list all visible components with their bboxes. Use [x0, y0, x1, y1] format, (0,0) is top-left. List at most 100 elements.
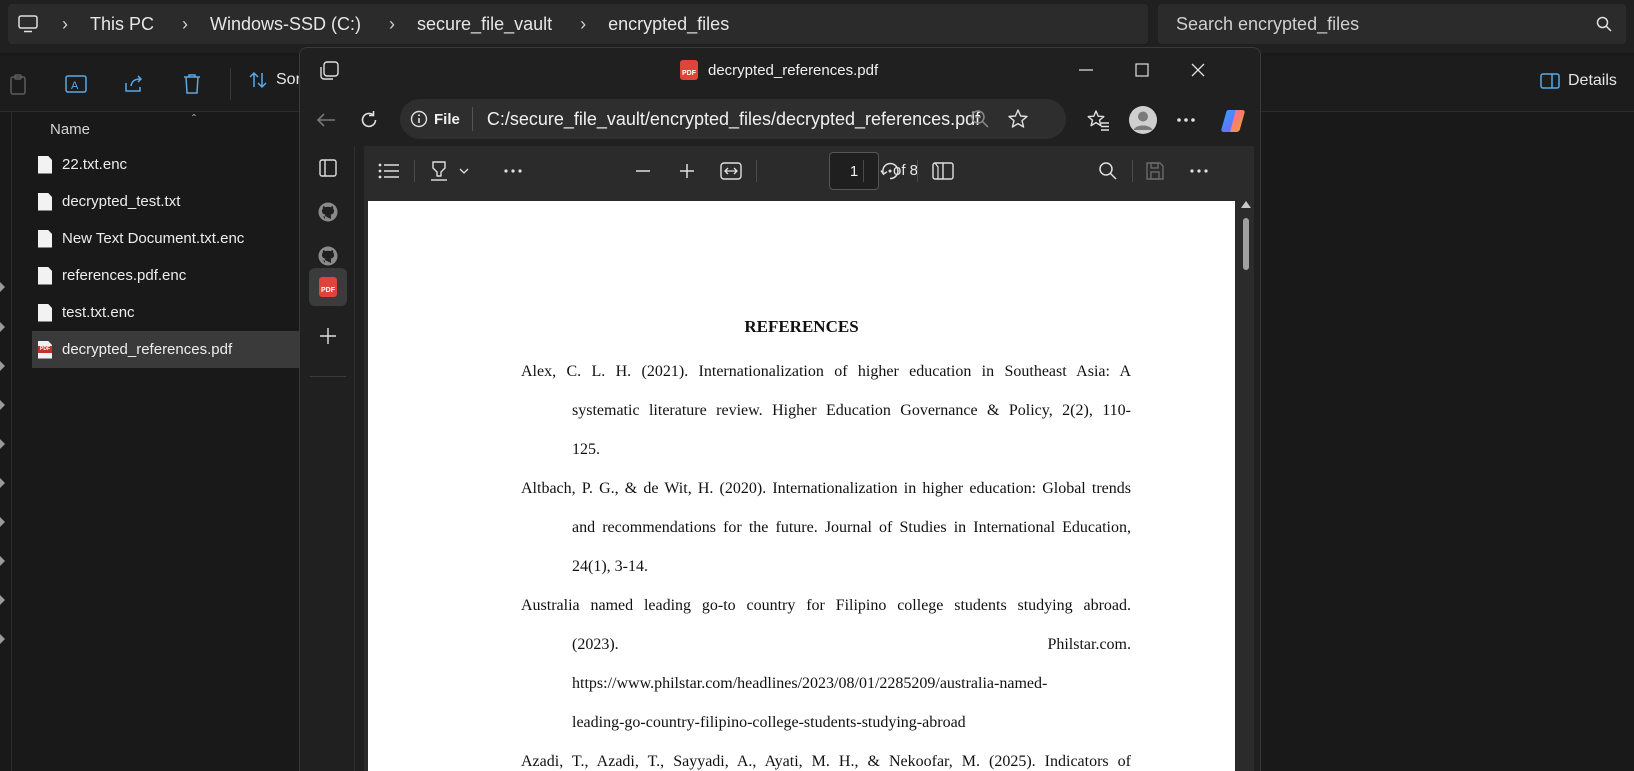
rename-icon[interactable]: A [62, 70, 90, 98]
toolbar-separator [917, 160, 918, 182]
breadcrumb-vault[interactable]: › secure_file_vault [375, 14, 566, 35]
reference-entry: Australia named leading go-to country fo… [521, 597, 1131, 731]
github-tab-icon[interactable] [312, 196, 344, 228]
expand-arrow-icon[interactable] [0, 478, 5, 488]
details-pane-icon [1540, 73, 1560, 89]
favorites-icon [1087, 110, 1109, 131]
scroll-up-arrow-icon[interactable] [1241, 201, 1251, 208]
expand-arrow-icon[interactable] [0, 400, 5, 410]
search-placeholder: Search encrypted_files [1176, 13, 1360, 34]
pdf-file-icon [38, 340, 52, 359]
maximize-button[interactable] [1128, 58, 1156, 82]
vertical-scrollbar[interactable] [1238, 196, 1254, 771]
paste-icon[interactable] [4, 70, 32, 98]
address-bar[interactable]: › This PC › Windows-SSD (C:) › secure_file_… [8, 4, 1148, 44]
file-row-selected[interactable]: decrypted_references.pdf [32, 331, 302, 368]
url-text[interactable]: C:/secure_file_vault/encrypted_files/dec… [473, 109, 980, 130]
favorites-button[interactable] [1084, 106, 1112, 134]
sidebar-divider [310, 376, 346, 377]
expand-arrow-icon[interactable] [0, 556, 5, 566]
breadcrumb-encrypted-files[interactable]: › encrypted_files [566, 14, 743, 35]
tab-actions-icon[interactable] [318, 60, 340, 82]
pdf-more-options-icon[interactable] [1186, 158, 1212, 184]
scrollbar-thumb[interactable] [1243, 218, 1249, 270]
pdf-icon: PDF [319, 277, 337, 297]
zoom-in-button[interactable] [674, 158, 700, 184]
close-button[interactable] [1184, 58, 1212, 82]
vertical-tabs-toggle-icon[interactable] [312, 152, 344, 184]
pdf-toolbar: 1 of 8 [364, 146, 1254, 196]
search-icon [1596, 16, 1612, 32]
chevron-right-icon[interactable]: › [375, 14, 409, 35]
breadcrumb-drive[interactable]: › Windows-SSD (C:) [168, 14, 375, 35]
file-row[interactable]: references.pdf.enc [32, 257, 302, 294]
navigation-pane-edge [0, 112, 12, 771]
more-tools-dots-icon[interactable] [500, 158, 526, 184]
minimize-button[interactable] [1072, 58, 1100, 82]
info-icon [410, 110, 428, 128]
page-number-input[interactable]: 1 [829, 152, 879, 190]
sort-button[interactable]: Sort [248, 70, 305, 90]
file-row[interactable]: test.txt.enc [32, 294, 302, 331]
file-row[interactable]: decrypted_test.txt [32, 183, 302, 220]
share-icon[interactable] [120, 70, 148, 98]
file-icon [38, 155, 52, 174]
zoom-out-icon[interactable] [968, 107, 992, 131]
contents-list-icon[interactable] [376, 158, 402, 184]
chevron-right-icon[interactable]: › [168, 14, 202, 35]
find-search-icon[interactable] [1095, 158, 1121, 184]
minus-icon [636, 170, 650, 172]
pdf-icon: PDF [680, 60, 698, 80]
expand-arrow-icon[interactable] [0, 322, 5, 332]
favorite-star-icon[interactable] [1006, 107, 1030, 131]
settings-more-button[interactable] [1172, 106, 1200, 134]
sort-icon [249, 71, 267, 89]
more-dots-icon [1177, 118, 1195, 122]
window-title: PDF decrypted_references.pdf [680, 60, 879, 80]
expand-arrow-icon[interactable] [0, 439, 5, 449]
browser-titlebar: PDF decrypted_references.pdf [300, 48, 1260, 94]
chevron-right-icon[interactable]: › [566, 14, 600, 35]
profile-avatar[interactable] [1126, 103, 1160, 137]
expand-arrow-icon[interactable] [0, 595, 5, 605]
delete-icon[interactable] [178, 70, 206, 98]
highlight-icon[interactable] [426, 158, 452, 184]
toolbar-separator [863, 160, 864, 182]
file-row[interactable]: New Text Document.txt.enc [32, 220, 302, 257]
url-bar[interactable]: File C:/secure_file_vault/encrypted_file… [400, 99, 1066, 139]
file-row[interactable]: 22.txt.enc [32, 146, 302, 183]
expand-arrow-icon[interactable] [0, 517, 5, 527]
fit-to-width-icon[interactable] [718, 158, 744, 184]
svg-text:A: A [71, 80, 79, 92]
file-icon [38, 303, 52, 322]
expand-arrow-icon[interactable] [0, 282, 5, 292]
pdf-tab-active[interactable]: PDF [309, 268, 347, 306]
details-button[interactable]: Details [1540, 72, 1617, 90]
details-label: Details [1568, 72, 1617, 89]
highlight-dropdown-chevron-icon[interactable] [456, 158, 472, 184]
page-view-icon[interactable] [930, 158, 956, 184]
vertical-tabs-sidebar: PDF [300, 146, 355, 771]
save-icon[interactable] [1142, 158, 1168, 184]
rotate-icon[interactable] [877, 158, 903, 184]
column-header-name[interactable]: Name ˆ [32, 112, 302, 146]
expand-arrow-icon[interactable] [0, 634, 5, 644]
expand-arrow-icon[interactable] [0, 361, 5, 371]
references-heading: REFERENCES [744, 317, 859, 336]
file-icon [38, 229, 52, 248]
new-tab-plus-icon[interactable] [312, 320, 344, 352]
copilot-button[interactable] [1218, 106, 1248, 136]
file-list: Name ˆ 22.txt.enc decrypted_test.txt New… [32, 112, 302, 368]
sort-ascending-icon: ˆ [192, 112, 196, 126]
chevron-right-icon[interactable]: › [48, 14, 82, 35]
this-pc-icon[interactable] [8, 15, 48, 33]
refresh-button[interactable] [355, 106, 383, 134]
pdf-page: REFERENCES Alex, C. L. H. (2021). Intern… [368, 201, 1235, 771]
back-button[interactable] [312, 106, 340, 134]
search-input[interactable]: Search encrypted_files [1158, 4, 1626, 44]
site-info-button[interactable]: File [410, 107, 473, 131]
zoom-out-button[interactable] [630, 158, 656, 184]
browser-navbar: File C:/secure_file_vault/encrypted_file… [300, 94, 1260, 146]
breadcrumb-this-pc[interactable]: › This PC [48, 14, 168, 35]
command-separator [230, 68, 231, 100]
